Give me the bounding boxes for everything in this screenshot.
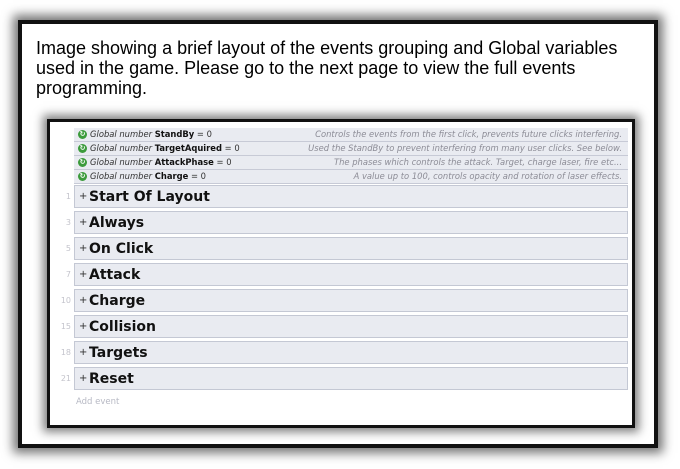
- group-title: Targets: [89, 345, 148, 361]
- event-group-targets[interactable]: 18 + Targets: [61, 341, 628, 364]
- group-title: Collision: [89, 319, 157, 335]
- event-group-attack[interactable]: 7 + Attack: [66, 263, 628, 286]
- event-group-on-click[interactable]: 5 + On Click: [66, 237, 628, 260]
- var-value: = 0: [216, 157, 232, 167]
- expand-icon[interactable]: +: [79, 242, 87, 256]
- var-name: TargetAquired: [154, 143, 222, 153]
- group-title: Always: [89, 215, 145, 231]
- event-group-collision[interactable]: 15 + Collision: [61, 315, 628, 338]
- global-variable-icon: ↻: [78, 144, 87, 153]
- expand-icon[interactable]: +: [79, 372, 87, 386]
- expand-icon[interactable]: +: [79, 294, 87, 308]
- group-title: Charge: [89, 293, 146, 309]
- var-value: = 0: [196, 129, 212, 139]
- global-variable-icon: ↻: [78, 158, 87, 167]
- expand-icon[interactable]: +: [79, 320, 87, 334]
- global-variable-icon: ↻: [78, 172, 87, 181]
- global-variable-icon: ↻: [78, 130, 87, 139]
- var-name: AttackPhase: [154, 157, 214, 167]
- group-title: Start Of Layout: [89, 189, 210, 205]
- group-title: Reset: [89, 371, 134, 387]
- var-comment: The phases which controls the attack. Ta…: [333, 157, 622, 167]
- expand-icon[interactable]: +: [79, 268, 87, 282]
- group-title: Attack: [89, 267, 141, 283]
- event-group-start-of-layout[interactable]: 1 + Start Of Layout: [66, 185, 628, 208]
- event-group-always[interactable]: 3 + Always: [66, 211, 628, 234]
- line-number: 18: [60, 348, 71, 357]
- global-var-row-charge[interactable]: ↻ Global number Charge = 0 A value up to…: [74, 170, 628, 184]
- var-value: = 0: [224, 143, 240, 153]
- global-var-row-standby[interactable]: ↻ Global number StandBy = 0 Controls the…: [74, 128, 628, 142]
- event-sheet-frame: ↻ Global number StandBy = 0 Controls the…: [47, 119, 635, 428]
- group-title: On Click: [89, 241, 154, 257]
- caption-frame: Image showing a brief layout of the even…: [18, 20, 658, 448]
- expand-icon[interactable]: +: [79, 216, 87, 230]
- line-number: 10: [60, 296, 71, 305]
- var-name: StandBy: [154, 129, 195, 139]
- var-comment: A value up to 100, controls opacity and …: [353, 171, 622, 181]
- var-kind: Global number: [90, 171, 153, 181]
- event-group-reset[interactable]: 21 + Reset: [61, 367, 628, 390]
- event-group-charge[interactable]: 10 + Charge: [61, 289, 628, 312]
- var-kind: Global number: [90, 129, 153, 139]
- var-kind: Global number: [90, 157, 153, 167]
- var-name: Charge: [154, 171, 189, 181]
- var-comment: Used the StandBy to prevent interfering …: [308, 143, 622, 153]
- var-value: = 0: [191, 171, 207, 181]
- global-var-row-attackphase[interactable]: ↻ Global number AttackPhase = 0 The phas…: [74, 156, 628, 170]
- line-number: 21: [60, 374, 71, 383]
- line-number: 7: [65, 270, 71, 279]
- expand-icon[interactable]: +: [79, 190, 87, 204]
- line-number: 3: [65, 218, 71, 227]
- var-kind: Global number: [90, 143, 153, 153]
- caption-text: Image showing a brief layout of the even…: [36, 38, 618, 98]
- expand-icon[interactable]: +: [79, 346, 87, 360]
- line-number: 15: [60, 322, 71, 331]
- add-event-link[interactable]: Add event: [76, 397, 119, 407]
- event-sheet: ↻ Global number StandBy = 0 Controls the…: [54, 126, 628, 421]
- var-comment: Controls the events from the first click…: [315, 129, 622, 139]
- global-var-row-targetaquired[interactable]: ↻ Global number TargetAquired = 0 Used t…: [74, 142, 628, 156]
- line-number: 1: [65, 192, 71, 201]
- line-number: 5: [65, 244, 71, 253]
